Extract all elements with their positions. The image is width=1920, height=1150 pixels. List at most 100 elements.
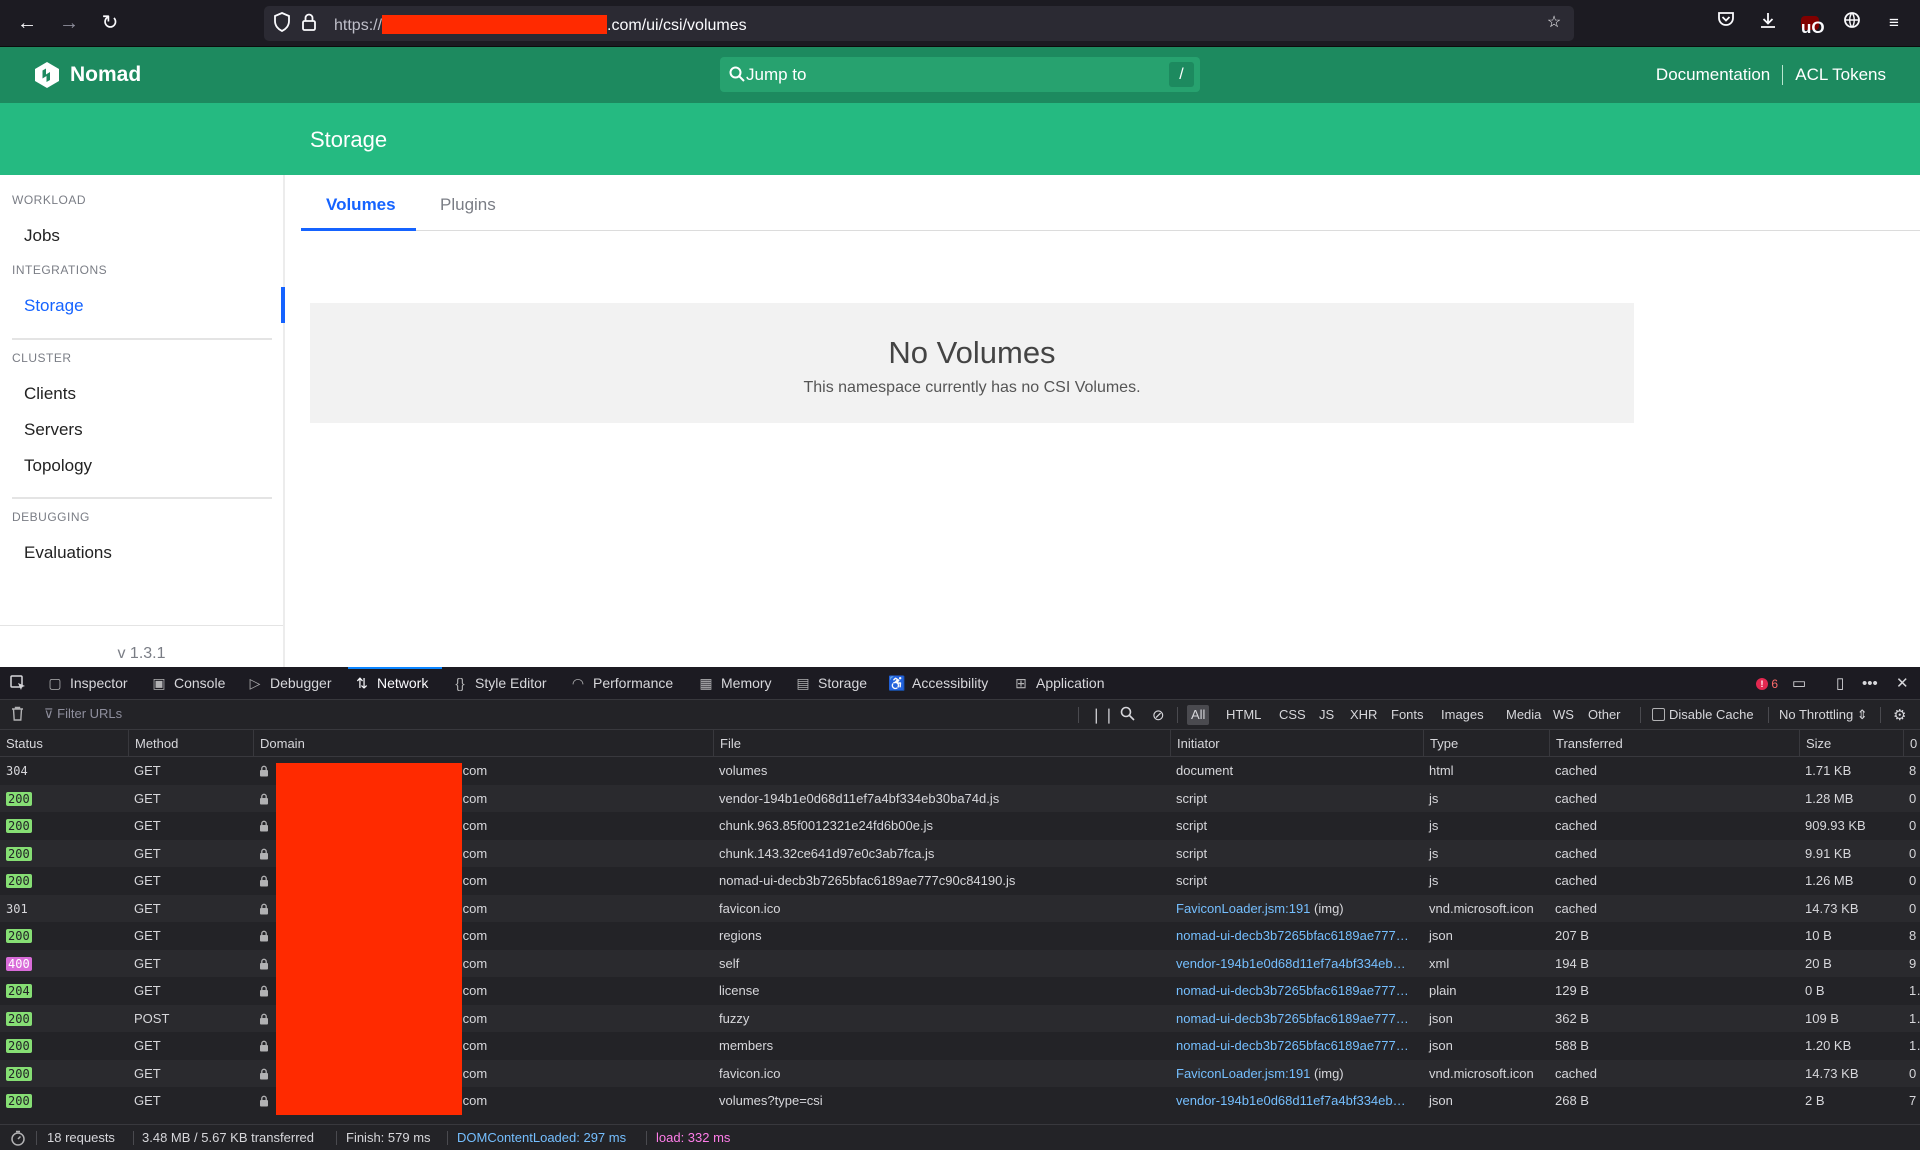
search-icon[interactable] (1120, 706, 1135, 725)
initiator-link[interactable]: FaviconLoader.jsm:191 (1176, 901, 1310, 916)
initiator-link[interactable]: nomad-ui-decb3b7265bfac6189ae777… (1176, 928, 1409, 943)
header-link-divider (1782, 65, 1784, 85)
cell-type: json (1429, 1010, 1453, 1026)
acl-tokens-link[interactable]: ACL Tokens (1795, 65, 1886, 85)
devtools-tab-network[interactable]: ⇅ Network (353, 667, 428, 700)
split-console-icon[interactable]: ▭ (1792, 675, 1806, 693)
forward-arrow-icon[interactable]: → (56, 10, 82, 36)
cell-file: volumes?type=csi (719, 1093, 823, 1108)
toolbar-divider (1880, 707, 1881, 723)
summary-divider (36, 1131, 37, 1145)
cell-size: 10 B (1805, 928, 1832, 943)
cell-initiator: document (1176, 763, 1234, 778)
url-text[interactable]: https:// .com/ui/csi/volumes (334, 15, 747, 35)
cell-status: 400 (0, 950, 128, 978)
pause-icon[interactable]: ❘❘ (1090, 706, 1115, 724)
initiator-link[interactable]: FaviconLoader.jsm:191 (1176, 1066, 1310, 1081)
element-picker-icon[interactable] (10, 675, 28, 693)
more-options-icon[interactable]: ••• (1862, 675, 1878, 693)
type-filter-ws[interactable]: WS (1549, 705, 1578, 725)
documentation-link[interactable]: Documentation (1656, 65, 1770, 85)
disable-cache-checkbox[interactable]: Disable Cache (1648, 705, 1758, 725)
status-code-badge: 200 (6, 1066, 32, 1081)
type-filter-xhr[interactable]: XHR (1346, 705, 1381, 725)
devtools-tab-storage[interactable]: ▤ Storage (794, 667, 867, 700)
type-filter-images[interactable]: Images (1437, 705, 1488, 725)
close-devtools-icon[interactable]: ✕ (1896, 675, 1909, 693)
devtools-tab-debugger[interactable]: ▷ Debugger (246, 667, 332, 700)
hamburger-menu-icon[interactable]: ≡ (1882, 11, 1906, 35)
block-icon[interactable]: ⊘ (1152, 706, 1165, 724)
type-filter-js[interactable]: JS (1315, 705, 1338, 725)
sidebar-item-clients[interactable]: Clients (24, 384, 76, 404)
browser-toolbar: ← → ↻ https:// .com/ui/csi/volumes ☆ uO ≡ (0, 0, 1920, 47)
devtools-tab-performance[interactable]: ◠ Performance (569, 667, 673, 700)
type-filter-css[interactable]: CSS (1275, 705, 1310, 725)
globe-extension-icon[interactable] (1840, 11, 1864, 35)
settings-gear-icon[interactable]: ⚙ (1893, 706, 1906, 724)
nomad-logo[interactable]: Nomad (34, 59, 141, 91)
toolbar-divider (1177, 707, 1178, 723)
load-time: load: 332 ms (656, 1130, 731, 1145)
devtools-tab-application[interactable]: ⊞ Application (1012, 667, 1104, 700)
initiator-link[interactable]: nomad-ui-decb3b7265bfac6189ae777… (1176, 983, 1409, 998)
initiator-link[interactable]: nomad-ui-decb3b7265bfac6189ae777… (1176, 1011, 1409, 1026)
column-status[interactable]: Status (0, 730, 128, 757)
filter-urls-input[interactable]: ⊽ Filter URLs (44, 706, 122, 722)
devtools-tab-style-editor[interactable]: {} Style Editor (451, 667, 546, 700)
error-count-badge[interactable]: ! 6 (1756, 675, 1778, 693)
cell-status: 200 (0, 812, 128, 840)
devtools-tab-inspector[interactable]: ▢ Inspector (46, 667, 128, 700)
column-file[interactable]: File (713, 730, 1170, 757)
initiator-cause: (img) (1310, 900, 1344, 916)
tab-plugins[interactable]: Plugins (440, 195, 496, 215)
sidebar-item-topology[interactable]: Topology (24, 456, 92, 476)
sidebar-section-cluster: CLUSTER (12, 351, 72, 365)
initiator-link[interactable]: vendor-194b1e0d68d11ef7a4bf334eb… (1176, 1093, 1406, 1108)
tab-volumes[interactable]: Volumes (326, 195, 396, 215)
cell-initiator: nomad-ui-decb3b7265bfac6189ae777… (1170, 977, 1423, 1005)
type-filter-other[interactable]: Other (1584, 705, 1625, 725)
column-method[interactable]: Method (128, 730, 253, 757)
secure-lock-icon (260, 848, 268, 859)
url-bar[interactable]: https:// .com/ui/csi/volumes ☆ (264, 6, 1574, 41)
lock-icon[interactable] (298, 12, 320, 34)
sidebar-item-storage[interactable]: Storage (24, 296, 84, 316)
devtools-tab-label: Inspector (70, 675, 128, 691)
bookmark-star-icon[interactable]: ☆ (1543, 12, 1565, 34)
download-icon[interactable] (1756, 11, 1780, 35)
responsive-design-icon[interactable]: ▯ (1836, 675, 1844, 693)
back-arrow-icon[interactable]: ← (14, 10, 40, 36)
secure-lock-icon (260, 793, 268, 804)
shield-icon[interactable] (271, 12, 293, 34)
dom-content-loaded-time: DOMContentLoaded: 297 ms (457, 1130, 627, 1145)
devtools-tab-memory[interactable]: ▦ Memory (697, 667, 771, 700)
column-waterfall[interactable]: 0 m (1903, 730, 1920, 757)
column-type[interactable]: Type (1423, 730, 1549, 757)
devtools-tab-accessibility[interactable]: ♿ Accessibility (888, 667, 988, 700)
storage-tabs: Volumes Plugins (301, 175, 1920, 231)
initiator-link[interactable]: vendor-194b1e0d68d11ef7a4bf334eb… (1176, 956, 1406, 971)
pocket-icon[interactable] (1714, 11, 1738, 35)
ublock-origin-icon[interactable]: uO (1801, 16, 1825, 37)
type-filter-media[interactable]: Media (1502, 705, 1545, 725)
type-filter-fonts[interactable]: Fonts (1387, 705, 1428, 725)
type-filter-html[interactable]: HTML (1222, 705, 1265, 725)
column-initiator[interactable]: Initiator (1170, 730, 1423, 757)
jump-to-search[interactable]: Jump to / (720, 57, 1200, 92)
trash-icon[interactable] (11, 706, 24, 724)
reload-icon[interactable]: ↻ (97, 10, 123, 36)
devtools-tab-console[interactable]: ▣ Console (150, 667, 225, 700)
sidebar-item-jobs[interactable]: Jobs (24, 226, 60, 246)
sidebar-item-servers[interactable]: Servers (24, 420, 83, 440)
throttling-select[interactable]: No Throttling ⇕ (1775, 705, 1872, 725)
sidebar-footer-divider (0, 625, 283, 626)
cell-status: 200 (0, 922, 128, 950)
type-filter-all[interactable]: All (1187, 705, 1210, 725)
column-domain[interactable]: Domain (253, 730, 713, 757)
sidebar-item-evaluations[interactable]: Evaluations (24, 543, 112, 563)
secure-lock-icon (260, 958, 268, 969)
initiator-link[interactable]: nomad-ui-decb3b7265bfac6189ae777… (1176, 1038, 1409, 1053)
column-size[interactable]: Size (1799, 730, 1903, 757)
column-transferred[interactable]: Transferred (1549, 730, 1799, 757)
